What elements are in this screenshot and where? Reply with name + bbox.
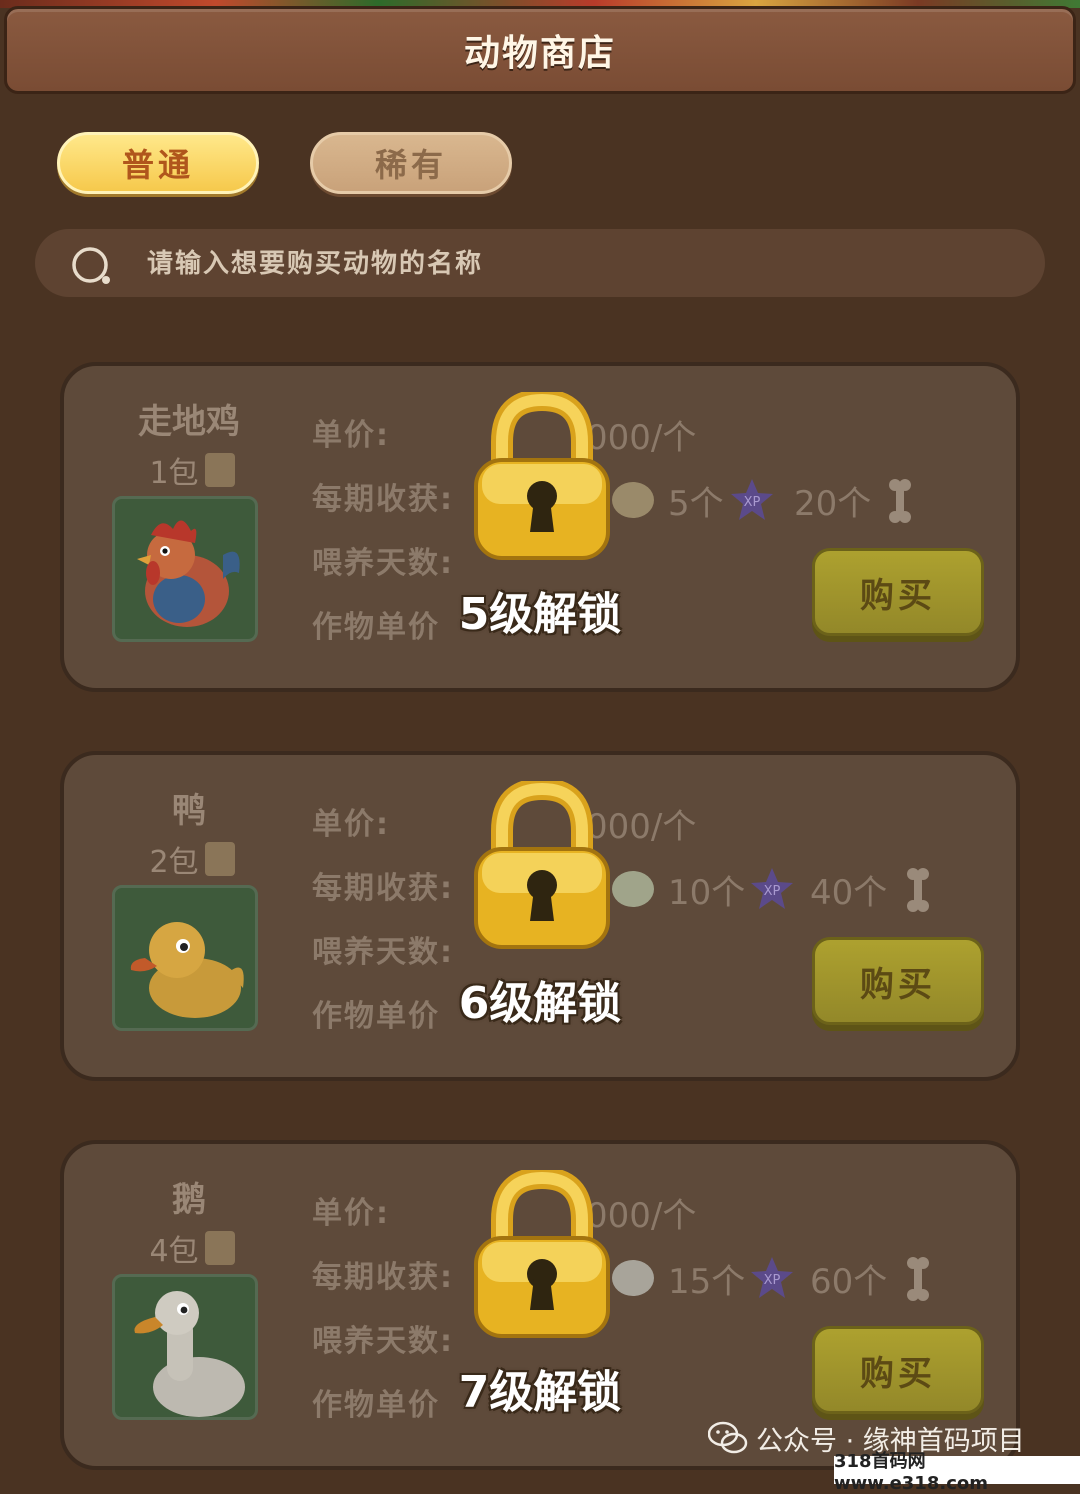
- harvest-label: 每期收获:: [312, 482, 454, 517]
- xp-icon: XP: [751, 868, 793, 909]
- goose-image: [112, 1274, 258, 1420]
- crop-price-label: 作物单价: [312, 1388, 440, 1423]
- pack-count: 1包: [149, 456, 199, 491]
- harvest-label: 每期收获:: [312, 871, 454, 906]
- xp-icon: XP: [731, 479, 773, 520]
- search-icon[interactable]: [70, 245, 114, 289]
- svg-text:XP: XP: [764, 884, 781, 899]
- xp-qty: 60个: [810, 1262, 888, 1302]
- chicken-image: [112, 496, 258, 642]
- xp-qty: 20个: [794, 484, 872, 524]
- unit-price-label: 单价:: [312, 807, 390, 842]
- lock-icon: [474, 1170, 610, 1338]
- svg-text:XP: XP: [744, 495, 761, 510]
- search-input[interactable]: [145, 242, 949, 286]
- unlock-level-text: 5级解锁: [458, 589, 622, 640]
- feed-bag-icon: [204, 1231, 235, 1265]
- unlock-level-text: 7级解锁: [458, 1367, 622, 1418]
- harvest-label: 每期收获:: [312, 1260, 454, 1295]
- xp-icon: XP: [751, 1257, 793, 1298]
- animal-name: 鹅: [172, 1180, 206, 1220]
- feed-days-label: 喂养天数:: [312, 546, 454, 581]
- animal-name: 走地鸡: [138, 402, 240, 442]
- buy-button[interactable]: 购买: [812, 548, 984, 636]
- page-title: 动物商店: [463, 33, 616, 74]
- harvest-qty: 5个: [668, 484, 724, 524]
- goose-egg-icon: [612, 1260, 654, 1296]
- bone-icon: [907, 868, 929, 912]
- lock-icon: [474, 781, 610, 949]
- unit-price-label: 单价:: [312, 418, 390, 453]
- duck-egg-icon: [612, 871, 654, 907]
- buy-button[interactable]: 购买: [812, 1326, 984, 1414]
- bone-icon: [889, 479, 911, 523]
- wechat-icon: [708, 1421, 748, 1454]
- animal-name: 鸭: [172, 791, 206, 831]
- svg-text:XP: XP: [764, 1273, 781, 1288]
- tab-rare[interactable]: 稀有: [310, 132, 512, 194]
- feed-bag-icon: [204, 453, 235, 487]
- pack-cost: 2包: [122, 839, 262, 880]
- feed-days-label: 喂养天数:: [312, 1324, 454, 1359]
- harvest-qty: 15个: [668, 1262, 746, 1302]
- pack-count: 4包: [149, 1234, 199, 1269]
- pack-count: 2包: [149, 845, 199, 880]
- bone-icon: [907, 1257, 929, 1301]
- unlock-level-text: 6级解锁: [458, 978, 622, 1029]
- xp-qty: 40个: [810, 873, 888, 913]
- shop-header: 动物商店: [4, 6, 1076, 94]
- duck-image: [112, 885, 258, 1031]
- harvest-qty: 10个: [668, 873, 746, 913]
- pack-cost: 1包: [122, 450, 262, 491]
- site-watermark: 318首码网 www.e318.com: [834, 1451, 1080, 1494]
- lock-icon: [474, 392, 610, 560]
- tab-normal[interactable]: 普通: [57, 132, 259, 194]
- egg-nest-icon: [612, 482, 654, 518]
- feed-days-label: 喂养天数:: [312, 935, 454, 970]
- feed-bag-icon: [204, 842, 235, 876]
- buy-button[interactable]: 购买: [812, 937, 984, 1025]
- pack-cost: 4包: [122, 1228, 262, 1269]
- crop-price-label: 作物单价: [312, 610, 440, 645]
- unit-price-label: 单价:: [312, 1196, 390, 1231]
- crop-price-label: 作物单价: [312, 999, 440, 1034]
